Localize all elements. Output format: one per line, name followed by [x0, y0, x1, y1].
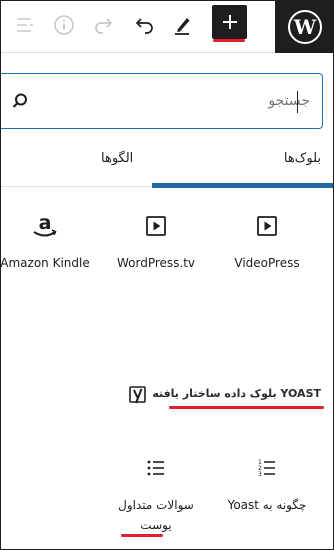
svg-text:3: 3 — [258, 471, 262, 478]
list-ordered-icon: 1 2 3 — [217, 453, 317, 483]
highlight-underline — [169, 406, 324, 409]
redo-icon[interactable] — [86, 7, 122, 43]
block-item[interactable]: 1 2 3 چگونه به Yoast — [217, 453, 317, 515]
active-tab-indicator — [152, 183, 333, 188]
highlight-underline — [213, 39, 245, 42]
info-icon[interactable] — [46, 7, 82, 43]
highlight-underline — [121, 534, 163, 537]
undo-icon[interactable] — [126, 7, 162, 43]
block-label: VideoPress — [234, 256, 300, 270]
list-view-icon[interactable] — [7, 7, 43, 43]
editor-toolbar: W — [1, 1, 333, 53]
embed-video-icon — [217, 211, 317, 241]
wordpress-logo[interactable]: W — [275, 1, 333, 53]
tab-divider — [1, 186, 152, 187]
plus-icon — [222, 15, 237, 29]
block-item[interactable]: WordPress.tv — [106, 211, 206, 273]
block-label: چگونه به Yoast — [227, 498, 307, 512]
search-icon — [12, 93, 27, 108]
tab-blocks[interactable]: بلوک‌ها — [284, 151, 321, 185]
pen-icon[interactable] — [164, 7, 200, 43]
block-label: Amazon Kindle — [0, 256, 90, 270]
block-item[interactable]: سوالات متداول یوست — [106, 453, 206, 535]
embed-video-icon — [106, 211, 206, 241]
block-search[interactable] — [1, 73, 323, 129]
block-inserter-panel: W بلوک‌ها الگوها a Amazon Kindle — [0, 0, 334, 550]
section-title: YOAST بلوک داده ساختار یافته — [152, 387, 321, 400]
block-item[interactable]: a Amazon Kindle — [0, 211, 95, 273]
tab-patterns[interactable]: الگوها — [101, 151, 133, 185]
block-label: WordPress.tv — [116, 256, 196, 270]
block-label: سوالات متداول یوست — [118, 498, 194, 532]
amazon-icon: a — [1, 211, 95, 241]
list-unordered-icon — [106, 453, 206, 483]
svg-text:W: W — [293, 15, 317, 39]
svg-text:a: a — [39, 212, 52, 234]
yoast-icon — [129, 386, 146, 404]
text-caret — [297, 91, 298, 113]
add-block-button[interactable] — [212, 5, 247, 39]
search-input[interactable] — [70, 88, 310, 114]
block-item[interactable]: VideoPress — [217, 211, 317, 273]
